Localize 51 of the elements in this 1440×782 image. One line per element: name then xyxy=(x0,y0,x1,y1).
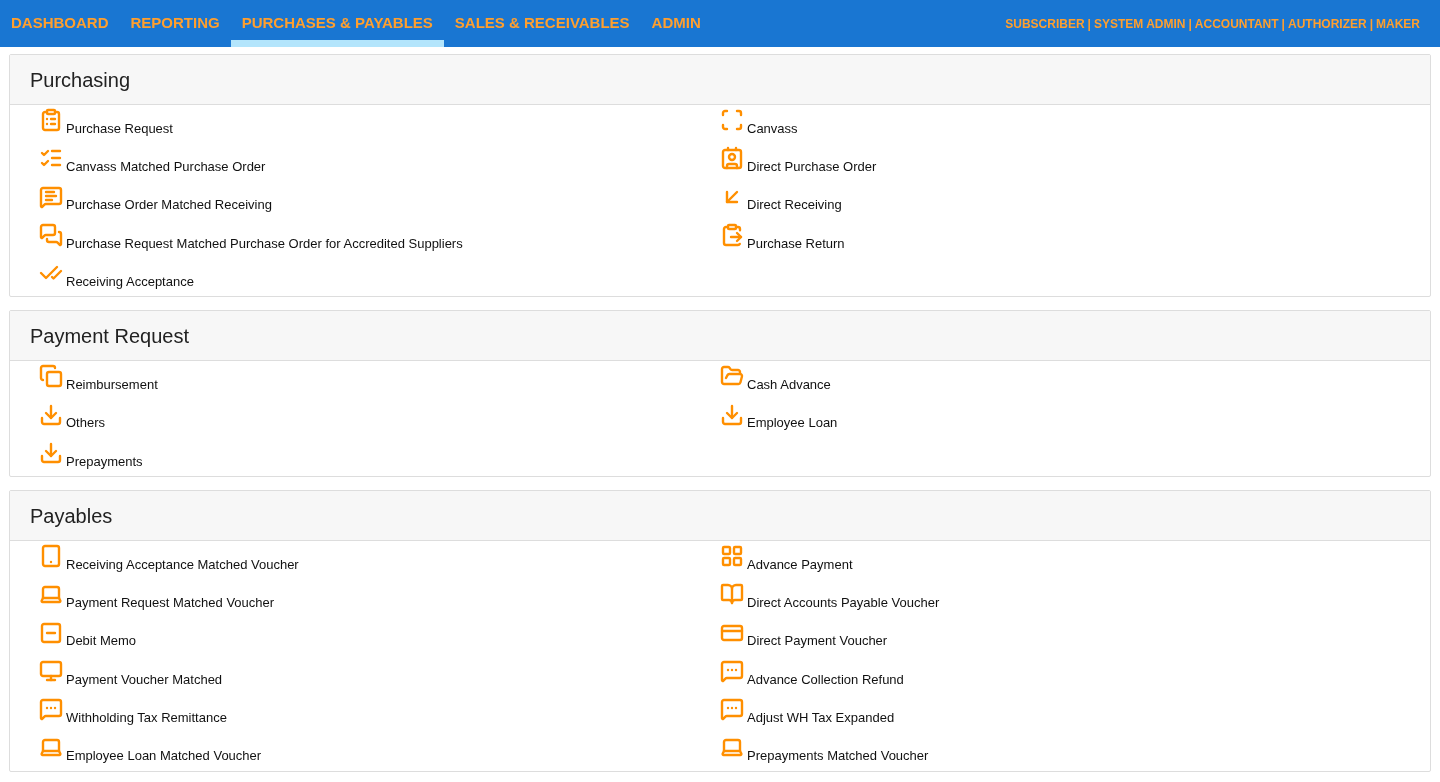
clipboard-icon xyxy=(39,108,63,132)
section-title: Payment Request xyxy=(30,323,189,349)
menu-link[interactable]: Employee Loan Matched Voucher xyxy=(39,732,720,771)
book-icon xyxy=(720,582,744,607)
separator-text: | xyxy=(1188,15,1192,33)
menu-link[interactable]: Reimbursement xyxy=(39,361,720,400)
menu-link[interactable]: Direct Purchase Order xyxy=(720,143,1401,182)
menu-link[interactable]: Receiving Acceptance Matched Voucher xyxy=(39,541,720,580)
frame-icon xyxy=(720,108,744,132)
menu-link[interactable]: Prepayments xyxy=(39,437,720,476)
clipboard-icon xyxy=(720,222,744,247)
chat-icon xyxy=(720,658,744,683)
chat-icon xyxy=(720,697,744,721)
monitor-icon xyxy=(39,658,63,683)
minus-square-icon xyxy=(39,620,63,645)
separator-text: | xyxy=(1087,15,1091,33)
menu-link[interactable]: Adjust WH Tax Expanded xyxy=(720,694,1401,733)
contact-card-icon xyxy=(720,146,744,171)
menu-link[interactable]: Payment Voucher Matched xyxy=(39,655,720,694)
menu-link[interactable]: Purchase Order Matched Receiving xyxy=(39,181,720,220)
tablet-icon xyxy=(39,544,63,568)
menu-link[interactable]: Prepayments Matched Voucher xyxy=(720,732,1401,771)
section-title: Purchasing xyxy=(30,67,131,93)
menu-link[interactable]: Others xyxy=(39,399,720,438)
grid-icon xyxy=(720,544,744,568)
menu-link[interactable]: Canvass Matched Purchase Order xyxy=(39,143,720,182)
menu-link[interactable]: Withholding Tax Remittance xyxy=(39,694,720,733)
menu-link[interactable]: Purchase Request Matched Purchase Order for Accredited Suppliers xyxy=(39,219,720,258)
menu-link[interactable]: Direct Accounts Payable Voucher xyxy=(720,579,1401,618)
menu-link[interactable]: Payment Request Matched Voucher xyxy=(39,579,720,618)
separator-text: | xyxy=(1281,15,1285,33)
chat-icon xyxy=(39,697,63,721)
menu-link[interactable]: Advance Payment xyxy=(720,541,1401,580)
download-icon xyxy=(39,402,63,427)
menu-link[interactable]: Receiving Acceptance xyxy=(39,258,720,297)
menu-link[interactable]: Advance Collection Refund xyxy=(720,655,1401,694)
separator-text: | xyxy=(1369,15,1373,33)
menu-link[interactable]: Canvass xyxy=(720,105,1401,144)
chat-icon xyxy=(39,184,63,209)
chats-icon xyxy=(39,222,63,247)
copy-icon xyxy=(39,364,63,389)
download-icon xyxy=(720,402,744,427)
menu-link[interactable]: Debit Memo xyxy=(39,617,720,656)
menu-link[interactable]: Cash Advance xyxy=(720,361,1401,400)
menu-link[interactable]: Direct Payment Voucher xyxy=(720,617,1401,656)
download-icon xyxy=(39,440,63,465)
section-title: Payables xyxy=(30,503,113,529)
menu-link[interactable]: Direct Receiving xyxy=(720,181,1401,220)
menu-link[interactable]: Employee Loan xyxy=(720,399,1401,438)
menu-link[interactable]: Purchase Return xyxy=(720,219,1401,258)
menu-link[interactable]: Purchase Request xyxy=(39,105,720,144)
